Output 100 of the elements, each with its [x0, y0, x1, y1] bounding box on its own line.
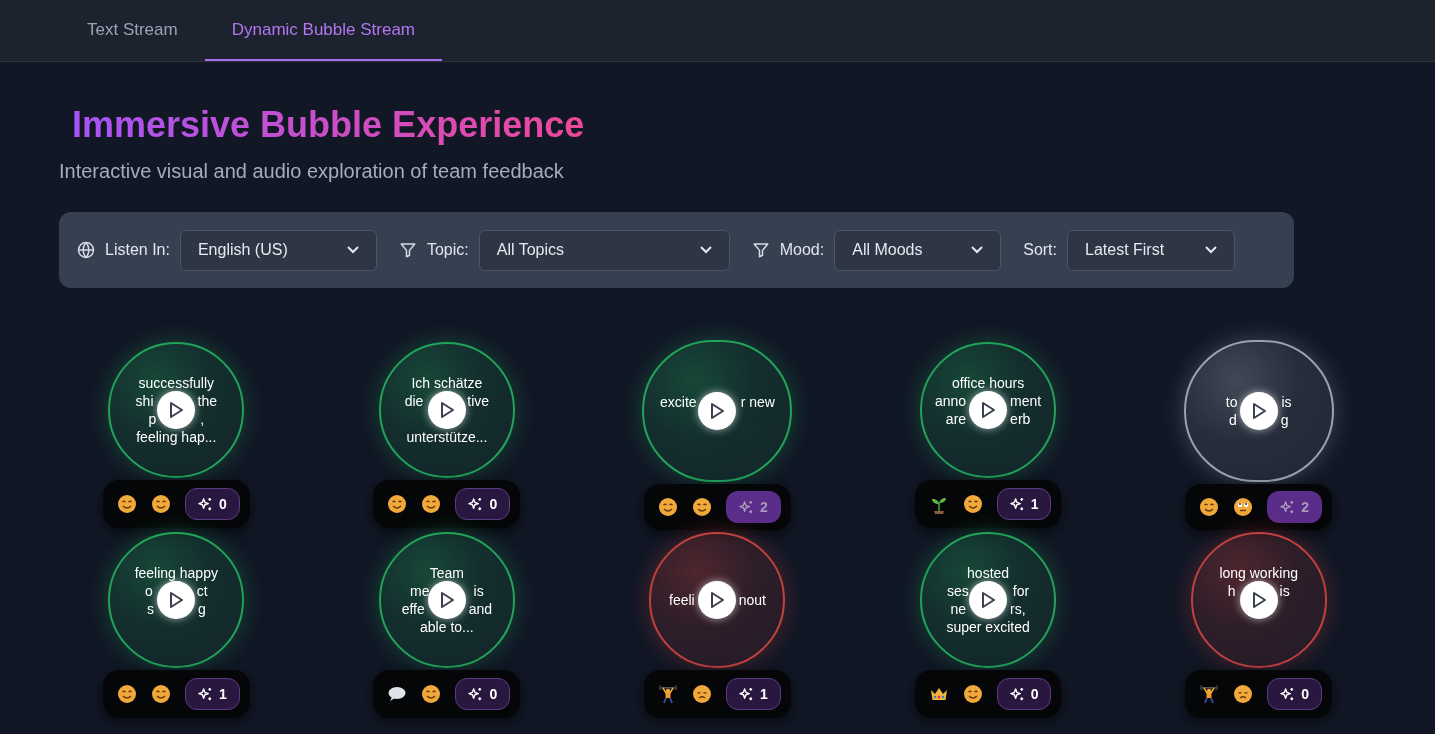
sparkle-count-badge[interactable]: 1	[726, 678, 781, 710]
sparkle-count-badge[interactable]: 0	[996, 678, 1052, 710]
filter-icon	[751, 241, 770, 259]
bubble-text: effe	[401, 600, 425, 618]
play-icon	[1250, 402, 1267, 421]
bubble-text: tive	[467, 392, 490, 410]
filter-label: Mood:	[779, 240, 825, 260]
sparkle-count-badge[interactable]: 0	[184, 488, 240, 520]
play-button[interactable]	[157, 391, 196, 429]
sparkles-icon	[1009, 496, 1025, 512]
smiling-face-icon	[962, 684, 983, 704]
feedback-bubble[interactable]: Ich schätze die tive unterstütze...	[378, 342, 515, 478]
bubble-text: is	[1279, 582, 1290, 600]
sparkle-count-badge[interactable]: 1	[184, 678, 240, 710]
play-button[interactable]	[1239, 581, 1278, 619]
feedback-bubble[interactable]: to is d g	[1183, 340, 1334, 483]
speech-bubble-icon	[387, 684, 408, 704]
feedback-bubble[interactable]: Team me is effe and able to...	[378, 532, 515, 668]
bubble-text: excite	[660, 393, 697, 412]
filter-label: Listen In:	[105, 240, 170, 260]
page-subtitle: Interactive visual and audio exploration of team feedback	[59, 159, 564, 184]
weightlifter-icon	[1199, 684, 1220, 704]
feedback-bubble[interactable]: hosted ses for ne rs, super excited	[920, 532, 1057, 668]
play-button[interactable]	[969, 391, 1008, 429]
feedback-bubble[interactable]: long working h is	[1190, 532, 1327, 668]
bubble-text: the	[197, 392, 217, 410]
select-dropdown[interactable]: English (US)	[179, 229, 377, 271]
bubble-text: long working	[1219, 564, 1298, 582]
sparkles-icon	[739, 499, 755, 515]
bubble-text: are	[945, 410, 967, 428]
feedback-bubble[interactable]: excite r new	[642, 340, 793, 483]
smiling-face-icon	[658, 497, 679, 518]
play-button[interactable]	[698, 581, 737, 619]
play-button[interactable]	[427, 391, 466, 429]
bubble-text: shi	[135, 392, 154, 410]
sparkle-count-badge[interactable]: 0	[455, 488, 511, 520]
select-dropdown[interactable]: Latest First	[1067, 229, 1235, 271]
sparkle-count-badge[interactable]: 0	[1267, 678, 1323, 710]
play-icon	[438, 591, 455, 609]
select-dropdown[interactable]: All Moods	[834, 229, 1002, 271]
smiling-face-icon	[421, 684, 442, 704]
sparkles-icon	[197, 686, 213, 702]
filter-label: Topic:	[426, 240, 469, 260]
bubble-text: me	[410, 582, 430, 600]
bubble-text: to	[1225, 393, 1238, 412]
feedback-bubble[interactable]: successfully shi the p , feeling hap...	[108, 342, 245, 478]
bubble-text: ,	[200, 410, 205, 428]
bubble-text: rs,	[1010, 600, 1026, 618]
bubble-text: ses	[947, 582, 969, 600]
bubble-text: die	[404, 392, 424, 410]
bubble-text: h	[1227, 582, 1236, 600]
bubble-text: s	[146, 600, 154, 618]
sparkle-count-badge[interactable]: 1	[996, 488, 1052, 520]
bubble-text: for	[1012, 582, 1030, 600]
chevron-down-icon	[1205, 246, 1217, 254]
sparkle-count-badge[interactable]: 2	[726, 491, 781, 524]
play-icon	[168, 591, 185, 609]
filter-icon	[398, 241, 417, 259]
sparkles-icon	[197, 496, 213, 512]
select-dropdown[interactable]: All Topics	[478, 229, 730, 271]
sparkle-count-badge[interactable]: 0	[455, 678, 511, 710]
tab[interactable]: Text Stream	[60, 0, 205, 61]
bubble-text: ment	[1010, 392, 1042, 410]
play-icon	[1250, 591, 1267, 609]
bubble-text: d	[1228, 411, 1237, 430]
feedback-bubble[interactable]: office hours anno ment are erb	[920, 342, 1057, 478]
sparkles-icon	[468, 496, 484, 512]
bubble-text: and	[468, 600, 493, 618]
bubble-text: able to...	[420, 618, 474, 636]
feedback-bubble[interactable]: feeli nout	[649, 532, 786, 668]
smiling-face-icon	[387, 494, 408, 514]
smiling-face-icon	[150, 684, 171, 704]
weightlifter-icon	[658, 684, 679, 704]
chevron-down-icon	[971, 246, 984, 254]
feedback-bubble[interactable]: feeling happy o ct s g	[108, 532, 245, 668]
bubble-text: feeling hap...	[136, 428, 217, 446]
chevron-down-icon	[699, 246, 712, 254]
chevron-down-icon	[346, 246, 359, 254]
bubble-text: Team	[429, 564, 464, 582]
sparkle-count-badge[interactable]: 2	[1267, 491, 1323, 524]
bubble-text: unterstütze...	[406, 428, 488, 446]
eye-roll-face-icon	[1233, 497, 1254, 518]
smiling-face-icon	[116, 494, 137, 514]
play-button[interactable]	[698, 392, 737, 431]
bubble-text: ct	[196, 582, 208, 600]
play-button[interactable]	[157, 581, 196, 619]
bubble-text: r new	[740, 393, 775, 412]
bubble-text: office hours	[952, 374, 1025, 392]
bubble-text: ne	[950, 600, 967, 618]
play-icon	[438, 401, 455, 419]
play-icon	[709, 402, 726, 421]
tab[interactable]: Dynamic Bubble Stream	[204, 0, 442, 61]
play-button[interactable]	[969, 581, 1008, 619]
sparkles-icon	[1280, 499, 1296, 515]
play-button[interactable]	[1239, 392, 1278, 431]
bubble-text: feeling happy	[134, 564, 218, 582]
smiling-face-icon	[116, 684, 137, 704]
bubble-text: g	[197, 600, 206, 618]
sparkles-icon	[468, 686, 484, 702]
play-button[interactable]	[427, 581, 466, 619]
